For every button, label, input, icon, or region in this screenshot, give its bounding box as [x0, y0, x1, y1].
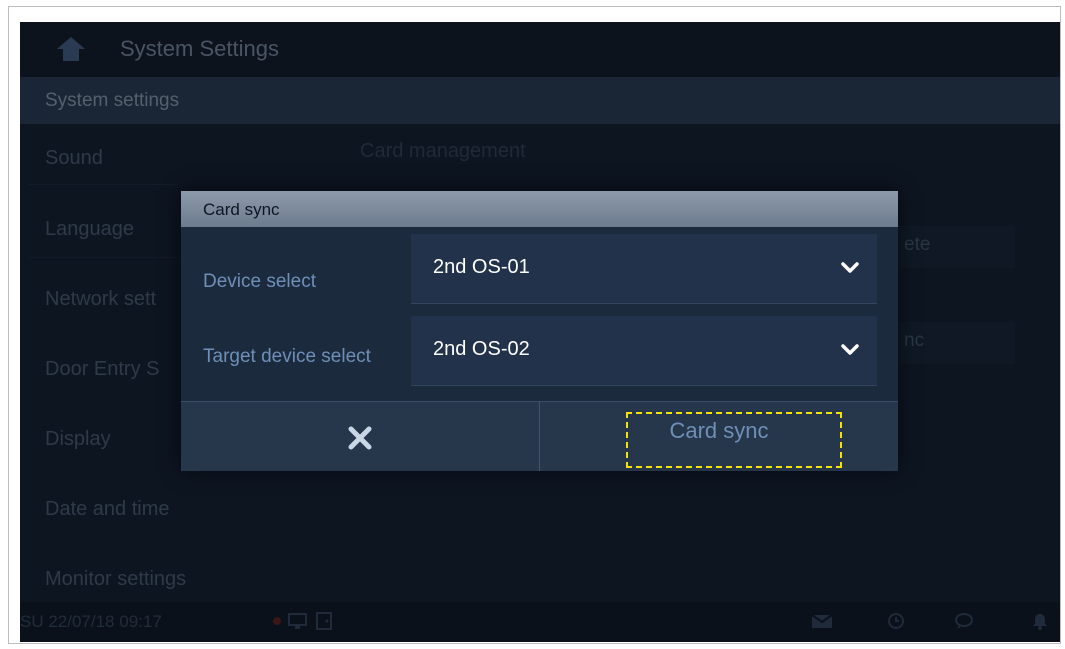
- device-select-dropdown[interactable]: 2nd OS-01: [411, 234, 877, 304]
- device-screen: System Settings System settings Sound La…: [20, 22, 1060, 642]
- menu-divider: [28, 184, 178, 185]
- chevron-down-icon: [841, 344, 859, 355]
- device-select-value: 2nd OS-01: [433, 256, 530, 278]
- card-management-heading: Card management: [360, 140, 526, 162]
- menu-divider: [28, 257, 178, 258]
- page-title: System Settings: [120, 36, 279, 61]
- device-select-label: Device select: [203, 271, 316, 292]
- clock-icon[interactable]: [884, 611, 908, 631]
- card-sync-dialog: Card sync Device select 2nd OS-01 Target…: [181, 191, 898, 471]
- message-icon[interactable]: [810, 611, 834, 631]
- close-button[interactable]: [181, 402, 539, 471]
- menu-item-display[interactable]: Display: [45, 428, 111, 451]
- delete-button-label: ete: [904, 234, 931, 255]
- delete-button[interactable]: ete: [890, 226, 1015, 268]
- card-sync-confirm-button[interactable]: Card sync: [540, 402, 898, 471]
- menu-item-date-time[interactable]: Date and time: [45, 498, 170, 521]
- target-device-select-label: Target device select: [203, 346, 371, 367]
- menu-item-language[interactable]: Language: [45, 218, 134, 241]
- status-bar: SU 22/07/18 09:17: [20, 602, 1060, 642]
- chevron-down-icon: [841, 262, 859, 273]
- target-device-select-dropdown[interactable]: 2nd OS-02: [411, 316, 877, 386]
- menu-item-monitor[interactable]: Monitor settings: [45, 568, 186, 591]
- dialog-title: Card sync: [203, 200, 280, 219]
- bell-icon[interactable]: [1028, 611, 1052, 631]
- top-bar: System Settings: [20, 22, 1060, 77]
- card-sync-confirm-label: Card sync: [669, 418, 769, 443]
- monitor-icon: [288, 613, 307, 629]
- dialog-footer: Card sync: [181, 401, 898, 471]
- dialog-header: Card sync: [181, 191, 898, 227]
- chat-icon[interactable]: [952, 611, 976, 631]
- card-sync-button-bg[interactable]: nc: [890, 322, 1015, 364]
- menu-item-network[interactable]: Network sett: [45, 288, 156, 311]
- datetime-display: SU 22/07/18 09:17: [20, 612, 162, 631]
- menu-item-door-entry[interactable]: Door Entry S: [45, 358, 159, 381]
- home-back-icon[interactable]: [54, 34, 88, 64]
- section-header: System settings: [20, 77, 1060, 124]
- section-title: System settings: [45, 90, 180, 111]
- door-icon: [316, 612, 332, 630]
- target-device-select-value: 2nd OS-02: [433, 338, 530, 360]
- menu-item-sound[interactable]: Sound: [45, 147, 103, 170]
- card-sync-button-label: nc: [904, 330, 925, 351]
- close-icon: [348, 426, 372, 450]
